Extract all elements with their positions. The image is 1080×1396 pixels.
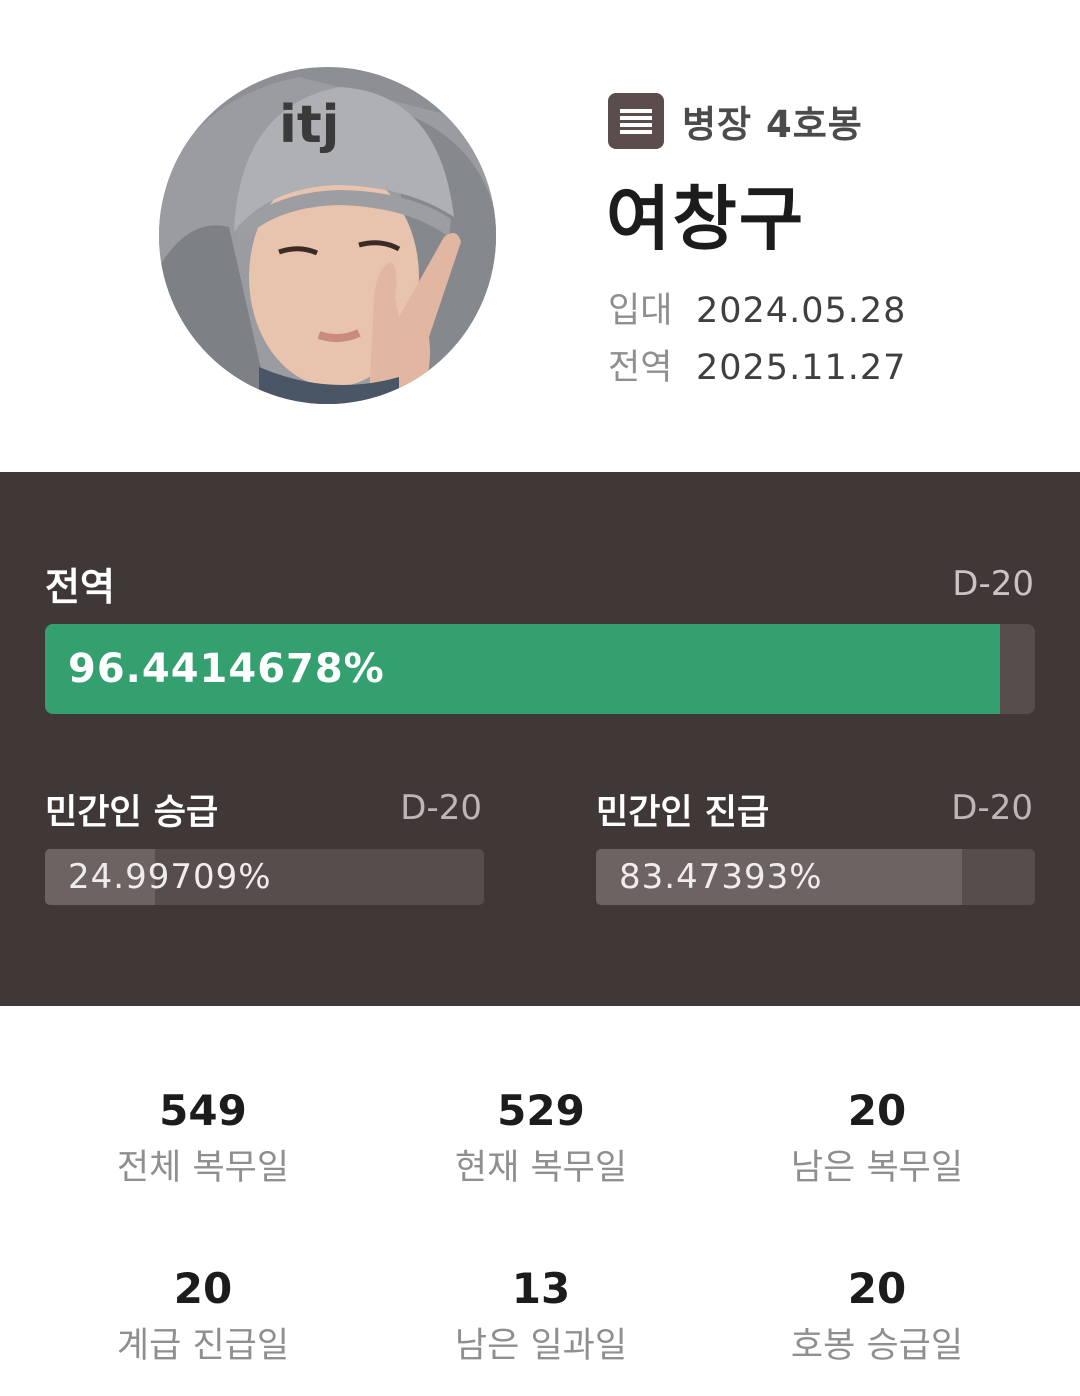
service-tracker-screen: itj 병장 4호봉 여창구 입대 2024.05.28 전역 2025.11.… xyxy=(0,0,1080,1396)
list-icon xyxy=(608,93,664,149)
stat-rank-promotion-days: 20 계급 진급일 xyxy=(53,1264,353,1368)
stats-grid: 549 전체 복무일 529 현재 복무일 20 남은 복무일 20 계급 진급… xyxy=(0,1006,1080,1396)
civilian-advance-title: 민간인 진급 xyxy=(596,793,770,833)
civilian-promotion-title: 민간인 승급 xyxy=(45,793,219,833)
stat-value: 549 xyxy=(159,1086,247,1135)
civilian-promotion-dday: D-20 xyxy=(400,788,482,828)
civilian-advance-dday: D-20 xyxy=(951,788,1033,828)
discharge-progress-title: 전역 xyxy=(45,565,115,609)
discharge-dday: D-20 xyxy=(952,564,1034,604)
discharge-label: 전역 xyxy=(608,348,673,388)
stat-label: 남은 복무일 xyxy=(790,1148,964,1188)
rank-label: 병장 4호봉 xyxy=(682,103,863,146)
stat-current-service-days: 529 현재 복무일 xyxy=(391,1086,691,1190)
stat-label: 호봉 승급일 xyxy=(790,1326,964,1366)
rank-row: 병장 4호봉 xyxy=(608,93,863,149)
civilian-promotion-bar[interactable]: 24.99709% xyxy=(45,849,484,905)
profile-section: itj 병장 4호봉 여창구 입대 2024.05.28 전역 2025.11.… xyxy=(0,0,1080,472)
stat-remaining-workdays: 13 남은 일과일 xyxy=(391,1264,691,1368)
discharge-date-row: 전역 2025.11.27 xyxy=(608,339,906,390)
stat-label: 계급 진급일 xyxy=(116,1326,290,1366)
civilian-advance-bar[interactable]: 83.47393% xyxy=(596,849,1035,905)
discharge-progress-bar[interactable]: 96.4414678% xyxy=(45,624,1035,714)
discharge-progress-percent: 96.4414678% xyxy=(68,646,385,692)
stat-value: 20 xyxy=(173,1264,233,1313)
discharge-date: 2025.11.27 xyxy=(696,348,907,388)
stat-value: 13 xyxy=(511,1264,571,1313)
avatar-photo: itj xyxy=(159,67,496,404)
enlist-date-row: 입대 2024.05.28 xyxy=(608,282,906,333)
stat-total-service-days: 549 전체 복무일 xyxy=(53,1086,353,1190)
stat-step-promotion-days: 20 호봉 승급일 xyxy=(727,1264,1027,1368)
civilian-advance-percent: 83.47393% xyxy=(619,857,823,897)
stat-value: 20 xyxy=(847,1086,907,1135)
stat-remaining-service-days: 20 남은 복무일 xyxy=(727,1086,1027,1190)
stat-label: 전체 복무일 xyxy=(116,1148,290,1188)
civilian-promotion-percent: 24.99709% xyxy=(68,857,272,897)
avatar[interactable]: itj xyxy=(159,67,496,404)
enlist-label: 입대 xyxy=(608,291,673,331)
stat-label: 남은 일과일 xyxy=(454,1326,628,1366)
stat-value: 20 xyxy=(847,1264,907,1313)
stat-label: 현재 복무일 xyxy=(454,1148,628,1188)
progress-panel: 전역 D-20 96.4414678% 민간인 승급 D-20 24.99709… xyxy=(0,472,1080,1006)
user-name: 여창구 xyxy=(606,178,806,260)
svg-text:itj: itj xyxy=(279,95,340,155)
enlist-date: 2024.05.28 xyxy=(696,291,907,331)
stat-value: 529 xyxy=(497,1086,585,1135)
